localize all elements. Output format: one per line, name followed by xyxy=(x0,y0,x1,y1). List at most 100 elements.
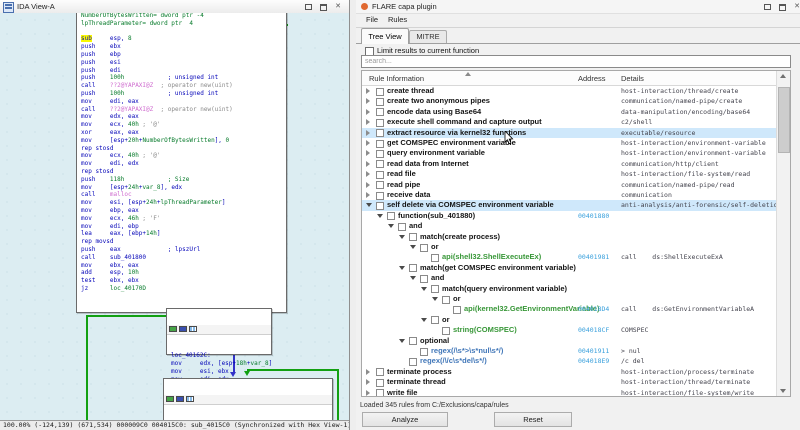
rule-label[interactable]: match(query environment variable) xyxy=(442,284,567,294)
rule-checkbox[interactable] xyxy=(376,87,384,96)
rule-label[interactable]: receive data xyxy=(387,190,430,200)
tree-row[interactable]: receive data communication xyxy=(362,190,777,200)
rule-address[interactable]: 00401911 xyxy=(578,346,609,356)
scrollbar-thumb[interactable] xyxy=(778,87,790,153)
scroll-down-icon[interactable] xyxy=(780,389,786,393)
rule-label[interactable]: regex(/\/c\s*del\s*/) xyxy=(420,356,487,366)
expand-icon[interactable] xyxy=(366,108,370,115)
rule-checkbox[interactable] xyxy=(376,181,384,190)
tree-row[interactable]: self delete via COMSPEC environment vari… xyxy=(362,200,781,211)
expand-icon[interactable] xyxy=(366,160,370,167)
tree-row[interactable]: read data from Internet communication/htt… xyxy=(362,159,777,169)
asm-line[interactable]: mov ebp, eax xyxy=(81,207,286,215)
asm-line[interactable]: lea eax, [ebp+14h] xyxy=(81,230,286,238)
asm-line[interactable]: test ebx, ebx xyxy=(81,277,286,285)
expand-icon[interactable] xyxy=(366,192,370,198)
tree-row[interactable]: or xyxy=(362,294,777,304)
tree-row[interactable]: get COMSPEC environment variable host-int… xyxy=(362,138,777,148)
basic-block-loc-40162c[interactable]: loc_40162C: mov edx, [esp+18h+var_8] mov e… xyxy=(166,308,272,383)
expand-icon[interactable] xyxy=(366,368,370,375)
rule-checkbox[interactable] xyxy=(442,326,450,335)
float-icon[interactable] xyxy=(319,3,327,11)
rule-checkbox[interactable] xyxy=(409,337,417,346)
collapse-icon[interactable] xyxy=(388,224,394,229)
tree-row[interactable]: terminate thread host-interaction/thread/… xyxy=(362,377,777,387)
rule-checkbox[interactable] xyxy=(376,108,384,117)
rule-label[interactable]: regex(/\s*>\s*nul\s*/) xyxy=(431,346,503,356)
tree-row[interactable]: query environment variable host-interacti… xyxy=(362,148,777,158)
rule-checkbox[interactable] xyxy=(376,389,384,396)
asm-line[interactable]: push esi xyxy=(81,59,286,67)
asm-line[interactable]: mov edx, [esp+18h+var_8] xyxy=(171,360,272,368)
rule-label[interactable]: function(sub_401880) xyxy=(398,211,475,221)
rule-label[interactable]: read data from Internet xyxy=(387,159,469,169)
asm-line[interactable]: push ebx xyxy=(81,43,286,51)
collapse-icon[interactable] xyxy=(399,234,405,239)
tree-row[interactable]: or xyxy=(362,242,777,252)
rule-checkbox[interactable] xyxy=(376,368,384,377)
expand-icon[interactable] xyxy=(366,389,370,396)
asm-line[interactable]: push 100h ; unsigned int xyxy=(81,90,286,98)
collapse-icon[interactable] xyxy=(410,276,416,281)
asm-line[interactable]: mov ecx, 46h ; 'F' xyxy=(81,215,286,223)
rule-checkbox[interactable] xyxy=(453,305,461,314)
asm-line[interactable]: NumberOfBytesWritten= dword ptr -4 xyxy=(81,13,286,20)
rule-address[interactable]: 004018D4 xyxy=(578,304,609,314)
search-input[interactable] xyxy=(361,55,791,68)
rule-checkbox[interactable] xyxy=(376,97,384,106)
expand-icon[interactable] xyxy=(366,88,370,94)
tree-row[interactable]: optional xyxy=(362,336,777,346)
rule-label[interactable]: or xyxy=(431,242,439,252)
collapse-icon[interactable] xyxy=(399,265,405,270)
collapse-icon[interactable] xyxy=(377,213,383,218)
tree-row[interactable]: regex(/\s*>\s*nul\s*/) 00401911 > nul xyxy=(362,346,777,356)
tree-row[interactable]: create two anonymous pipes communication/… xyxy=(362,96,777,106)
close-icon[interactable]: ✕ xyxy=(334,3,342,11)
expand-icon[interactable] xyxy=(366,129,370,136)
tree-row[interactable]: read file host-interaction/file-system/re… xyxy=(362,169,777,179)
asm-line[interactable]: rep stosd xyxy=(81,168,286,176)
rule-tree[interactable]: create thread host-interaction/thread/cre… xyxy=(361,70,791,397)
asm-line[interactable]: mov ebx, eax xyxy=(81,262,286,270)
rule-checkbox[interactable] xyxy=(376,201,384,210)
asm-line[interactable]: rep movsd xyxy=(81,238,286,246)
collapse-icon[interactable] xyxy=(410,245,416,249)
tree-row[interactable]: encode data using Base64 data-manipulatio… xyxy=(362,107,777,117)
rule-label[interactable]: and xyxy=(409,221,422,231)
rule-label[interactable]: write file xyxy=(387,388,417,396)
rule-label[interactable]: api(shell32.ShellExecuteEx) xyxy=(442,252,541,262)
tree-row[interactable]: terminate process host-interaction/proces… xyxy=(362,367,777,377)
float-icon[interactable] xyxy=(778,3,786,11)
asm-line[interactable]: push edi xyxy=(81,67,286,75)
asm-line[interactable]: push ebp xyxy=(81,51,286,59)
rule-checkbox[interactable] xyxy=(376,139,384,148)
rule-label[interactable]: query environment variable xyxy=(387,148,485,158)
expand-icon[interactable] xyxy=(366,150,370,157)
column-address[interactable]: Address xyxy=(578,74,606,83)
asm-line[interactable]: call ??2@YAPAXI@Z ; operator new(uint) xyxy=(81,82,286,90)
rule-address[interactable]: 004018CF xyxy=(578,325,609,335)
asm-line[interactable]: mov edi, ebp xyxy=(81,223,286,231)
asm-line[interactable]: rep stosd xyxy=(81,145,286,153)
rule-checkbox[interactable] xyxy=(376,149,384,158)
panel-splitter[interactable] xyxy=(349,0,356,430)
rule-checkbox[interactable] xyxy=(431,316,439,325)
basic-block-loc-401634[interactable]: loc_401634:mov cl, [esi]mov al, cl xyxy=(163,378,333,420)
asm-line[interactable]: push 100h ; unsigned int xyxy=(81,74,286,82)
rule-label[interactable]: and xyxy=(431,273,444,283)
asm-line[interactable]: call malloc xyxy=(81,191,286,199)
asm-line[interactable]: mov esi, ebx xyxy=(171,368,271,376)
close-icon[interactable]: ✕ xyxy=(793,3,800,11)
rule-address[interactable]: 004018E9 xyxy=(578,356,609,366)
asm-line[interactable]: mov esi, [esp+24h+lpThreadParameter] xyxy=(81,199,286,207)
rule-checkbox[interactable] xyxy=(409,264,417,273)
rule-label[interactable]: encode data using Base64 xyxy=(387,107,481,117)
rule-label[interactable]: execute shell command and capture output xyxy=(387,117,542,127)
rule-label[interactable]: string(COMSPEC) xyxy=(453,325,517,335)
asm-line[interactable]: mov [esp+20h+NumberOfBytesWritten], 0 xyxy=(81,137,286,145)
tree-scrollbar[interactable] xyxy=(776,71,790,396)
collapse-icon[interactable] xyxy=(432,297,438,301)
rule-label[interactable]: optional xyxy=(420,336,449,346)
analyze-button[interactable]: Analyze xyxy=(362,412,448,427)
menu-file[interactable]: File xyxy=(366,15,378,24)
